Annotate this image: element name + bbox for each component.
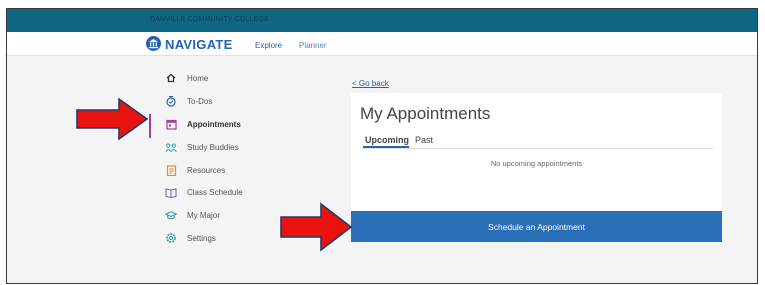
- nav-planner-link[interactable]: Planner: [299, 41, 327, 50]
- red-arrow-icon: [280, 202, 353, 252]
- brand-name[interactable]: NAVIGATE: [165, 37, 233, 52]
- todos-icon: [165, 95, 177, 107]
- sidebar-item-label: Home: [187, 73, 209, 83]
- home-icon: [165, 72, 177, 84]
- college-bar: DANVILLE COMMUNITY COLLEGE: [7, 9, 757, 32]
- college-name: DANVILLE COMMUNITY COLLEGE: [150, 16, 270, 23]
- document-icon: [165, 164, 177, 176]
- page-title: My Appointments: [360, 104, 491, 123]
- gear-icon: [165, 232, 177, 244]
- red-arrow-icon: [76, 97, 149, 141]
- calendar-icon: [165, 118, 177, 130]
- sidebar-item-label: Resources: [187, 165, 226, 175]
- sidebar-item-my-major[interactable]: My Major: [165, 208, 220, 222]
- tab-past[interactable]: Past: [415, 135, 433, 145]
- sidebar-item-label: Appointments: [187, 119, 241, 129]
- sidebar-item-resources[interactable]: Resources: [165, 163, 225, 177]
- nav-explore-link[interactable]: Explore: [255, 41, 282, 50]
- book-icon: [165, 186, 177, 198]
- active-indicator: [149, 114, 151, 138]
- sidebar-item-label: Settings: [187, 233, 216, 243]
- appointments-card: My Appointments Upcoming Past No upcomin…: [351, 93, 722, 242]
- sidebar-item-label: Study Buddies: [187, 142, 239, 152]
- sidebar-item-label: To-Dos: [187, 96, 213, 106]
- sidebar-item-appointments[interactable]: Appointments: [165, 117, 241, 131]
- top-navigation: NAVIGATE Explore Planner: [7, 32, 757, 56]
- sidebar-item-label: Class Schedule: [187, 187, 243, 197]
- empty-state-message: No upcoming appointments: [490, 159, 583, 168]
- tab-upcoming[interactable]: Upcoming: [365, 135, 409, 145]
- navigate-logo-icon[interactable]: [146, 36, 161, 51]
- app-frame: DANVILLE COMMUNITY COLLEGE NAVIGATE Expl…: [6, 8, 758, 284]
- tab-divider: [363, 148, 713, 149]
- people-icon: [165, 141, 177, 153]
- sidebar-item-todos[interactable]: To-Dos: [165, 94, 212, 108]
- schedule-appointment-button[interactable]: Schedule an Appointment: [351, 211, 722, 242]
- sidebar-item-study-buddies[interactable]: Study Buddies: [165, 140, 239, 154]
- graduation-cap-icon: [165, 209, 177, 221]
- go-back-link[interactable]: < Go back: [352, 79, 389, 88]
- sidebar-item-home[interactable]: Home: [165, 71, 208, 85]
- sidebar-item-label: My Major: [187, 210, 220, 220]
- sidebar-item-class-schedule[interactable]: Class Schedule: [165, 185, 243, 199]
- sidebar-item-settings[interactable]: Settings: [165, 231, 216, 245]
